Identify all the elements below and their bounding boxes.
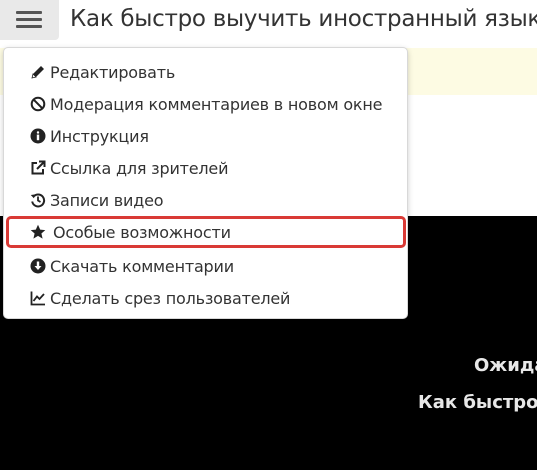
menu-item-moderation[interactable]: Модерация комментариев в новом окне xyxy=(4,88,407,120)
menu-item-label: Записи видео xyxy=(50,190,164,210)
menu-item-label: Редактировать xyxy=(50,62,176,82)
info-circle-icon xyxy=(30,128,46,144)
video-status-text: Ожида xyxy=(474,355,537,376)
menu-item-label: Инструкция xyxy=(50,126,149,146)
menu-toggle-button[interactable] xyxy=(0,0,59,40)
hamburger-icon-bar xyxy=(16,18,42,21)
history-icon xyxy=(30,193,46,208)
ban-icon xyxy=(30,96,46,112)
hamburger-icon-bar xyxy=(16,25,42,28)
menu-item-user-slice[interactable]: Сделать срез пользователей xyxy=(4,282,407,314)
download-circle-icon xyxy=(30,258,46,274)
hamburger-icon xyxy=(16,11,42,14)
line-chart-icon xyxy=(30,291,45,306)
menu-item-accessibility[interactable]: Особые возможности xyxy=(6,216,406,248)
video-title-text: Как быстро xyxy=(418,392,537,413)
menu-item-download-comments[interactable]: Скачать комментарии xyxy=(4,250,407,282)
menu-item-edit[interactable]: Редактировать xyxy=(4,56,407,88)
pencil-icon xyxy=(31,66,44,79)
menu-item-viewer-link[interactable]: Ссылка для зрителей xyxy=(4,152,407,184)
star-icon xyxy=(30,224,46,239)
menu-item-label: Ссылка для зрителей xyxy=(50,158,229,178)
menu-item-label: Скачать комментарии xyxy=(50,256,234,276)
menu-item-video-records[interactable]: Записи видео xyxy=(4,184,407,216)
menu-item-label: Модерация комментариев в новом окне xyxy=(50,94,383,114)
menu-item-label: Сделать срез пользователей xyxy=(50,288,291,308)
menu-item-label: Особые возможности xyxy=(53,222,231,242)
external-link-icon xyxy=(31,160,46,175)
actions-dropdown-menu: Редактировать Модерация комментариев в н… xyxy=(3,47,408,319)
menu-item-instructions[interactable]: Инструкция xyxy=(4,120,407,152)
page-title: Как быстро выучить иностранный язык xyxy=(70,6,537,32)
top-bar: Как быстро выучить иностранный язык xyxy=(0,0,537,42)
